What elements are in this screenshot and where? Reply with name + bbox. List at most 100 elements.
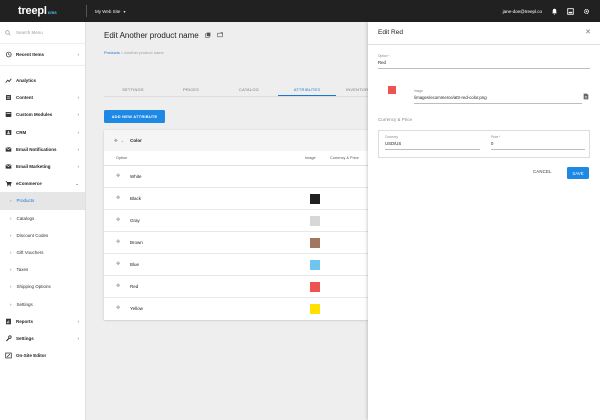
tab-catalog[interactable]: CATALOG — [220, 84, 278, 96]
sidebar-item-recent[interactable]: Recent Items › — [0, 44, 85, 66]
sidebar-item-crm[interactable]: CRM › — [0, 124, 85, 141]
drag-handle-icon[interactable]: ✥ — [116, 261, 120, 267]
close-icon[interactable]: ✕ — [585, 28, 591, 36]
sidebar-item-email-notifications[interactable]: Email Notifications › — [0, 141, 85, 158]
sidebar-item-content[interactable]: Content › — [0, 89, 85, 106]
add-new-attribute-button[interactable]: ADD NEW ATTRIBUTE — [104, 110, 165, 123]
color-swatch — [310, 260, 320, 270]
drag-handle-icon[interactable]: ✥ — [116, 239, 120, 245]
email-marketing-icon — [5, 163, 12, 170]
bell-icon[interactable] — [551, 8, 558, 15]
page-title: Edit Another product name — [104, 31, 199, 40]
tab-prices[interactable]: PRICES — [162, 84, 220, 96]
sidebar: Search Menu Recent Items › Analytics Con… — [0, 22, 86, 420]
table-row[interactable]: ✥ Red — [104, 276, 368, 298]
price-field[interactable]: 0 — [491, 141, 493, 146]
tab-attributes[interactable]: ATTRIBUTES — [278, 84, 336, 96]
tab-inventory[interactable]: INVENTORY — [336, 84, 368, 96]
option-field-underline — [378, 68, 590, 69]
column-image: Image — [305, 156, 316, 160]
color-swatch — [310, 304, 320, 314]
file-browse-icon[interactable] — [583, 93, 589, 102]
sidebar-item-custom-modules[interactable]: Custom Modules › — [0, 106, 85, 123]
column-option: Option — [116, 156, 128, 160]
sidebar-item-ecommerce[interactable]: eCommerce ⌄ — [0, 175, 85, 192]
save-button[interactable]: SAVE — [567, 167, 589, 179]
preview-icon[interactable] — [567, 7, 574, 15]
attribute-card: ✥ ⌄ Color Option Image Currency & Price … — [104, 130, 368, 320]
breadcrumb-products-link[interactable]: Products — [104, 50, 120, 55]
sidebar-item-products[interactable]: › Products — [0, 192, 85, 210]
option-name: White — [130, 173, 142, 179]
topbar-divider — [86, 5, 87, 17]
sidebar-item-label: Recent Items — [16, 52, 45, 57]
table-row[interactable]: ✥ White — [104, 166, 368, 188]
sidebar-sub-label: Catalogs — [16, 215, 35, 221]
drag-handle-icon[interactable]: ✥ — [114, 138, 118, 144]
table-row[interactable]: ✥ Gray — [104, 210, 368, 232]
currency-field[interactable]: USD/US — [385, 141, 401, 146]
sidebar-item-label: Content — [16, 95, 33, 101]
user-email[interactable]: jane-doe@treepl.co — [503, 9, 542, 14]
search-menu[interactable]: Search Menu — [0, 22, 85, 44]
breadcrumb: Products > Another product name — [104, 50, 164, 55]
currency-field-underline — [385, 149, 480, 150]
duplicate-icon[interactable] — [205, 31, 211, 40]
chevron-down-icon: ⌄ — [75, 180, 79, 186]
drag-handle-icon[interactable]: ✥ — [116, 305, 120, 311]
brand-logo[interactable]: treepl cms — [0, 5, 86, 17]
sidebar-item-on-site-editor[interactable]: On-Site Editor — [0, 347, 85, 364]
sidebar-item-reports[interactable]: Reports › — [0, 313, 85, 330]
sidebar-item-analytics[interactable]: Analytics — [0, 72, 85, 89]
chevron-right-icon: › — [77, 129, 80, 135]
sidebar-item-ecommerce-settings[interactable]: › Settings — [0, 295, 85, 312]
chevron-right-icon: › — [10, 249, 12, 255]
option-name: Yellow — [130, 305, 143, 311]
cancel-button[interactable]: CANCEL — [533, 169, 552, 174]
crm-icon — [5, 129, 12, 136]
chevron-right-icon: › — [77, 146, 80, 152]
chevron-right-icon: › — [10, 267, 12, 273]
site-selector[interactable]: My Web Site ▾ — [95, 9, 125, 14]
sidebar-item-label: Email Notifications — [16, 146, 57, 152]
sidebar-item-discount-codes[interactable]: › Discount Codes — [0, 227, 85, 244]
sidebar-item-settings[interactable]: Settings › — [0, 330, 85, 347]
attribute-header[interactable]: ✥ ⌄ Color — [104, 130, 368, 151]
column-currency-price: Currency & Price — [330, 156, 359, 160]
tab-settings[interactable]: SETTINGS — [104, 84, 162, 96]
option-field-label: Option * — [378, 54, 390, 58]
chevron-down-icon[interactable]: ⌄ — [121, 138, 124, 143]
chevron-right-icon: › — [77, 164, 80, 170]
top-bar: treepl cms My Web Site ▾ jane-doe@treepl… — [0, 0, 600, 22]
price-field-underline — [491, 149, 585, 150]
image-path-field[interactable]: /images/ecommerce/attr-red-color.png — [414, 95, 487, 100]
drag-handle-icon[interactable]: ✥ — [116, 217, 120, 223]
sidebar-item-shipping-options[interactable]: › Shipping Options — [0, 278, 85, 295]
image-preview-swatch — [388, 86, 396, 94]
options-table-header: Option Image Currency & Price — [104, 151, 368, 166]
drag-handle-icon[interactable]: ✥ — [116, 195, 120, 201]
chevron-right-icon: › — [10, 301, 12, 307]
drawer-divider — [368, 44, 600, 45]
drag-handle-icon[interactable]: ✥ — [116, 173, 120, 179]
sidebar-item-gift-vouchers[interactable]: › Gift Vouchers — [0, 244, 85, 261]
analytics-icon — [5, 77, 12, 84]
table-row[interactable]: ✥ Black — [104, 188, 368, 210]
drag-handle-icon[interactable]: ✥ — [116, 283, 120, 289]
settings-gear-icon[interactable] — [583, 8, 590, 15]
chevron-right-icon: › — [10, 284, 12, 290]
sidebar-item-catalogs[interactable]: › Catalogs — [0, 210, 85, 227]
chevron-right-icon: › — [77, 318, 80, 324]
sidebar-item-taxes[interactable]: › Taxes — [0, 261, 85, 278]
editor-icon — [5, 352, 12, 359]
sidebar-item-label: eCommerce — [16, 181, 42, 187]
table-row[interactable]: ✥ Blue — [104, 254, 368, 276]
sidebar-item-email-marketing[interactable]: Email Marketing › — [0, 158, 85, 175]
preview-icon[interactable] — [217, 31, 223, 40]
table-row[interactable]: ✥ Brown — [104, 232, 368, 254]
email-notifications-icon — [5, 146, 12, 153]
sidebar-item-label: Custom Modules — [16, 112, 53, 118]
option-field[interactable]: Red — [378, 60, 386, 65]
table-row[interactable]: ✥ Yellow — [104, 298, 368, 320]
attribute-name: Color — [130, 138, 142, 143]
